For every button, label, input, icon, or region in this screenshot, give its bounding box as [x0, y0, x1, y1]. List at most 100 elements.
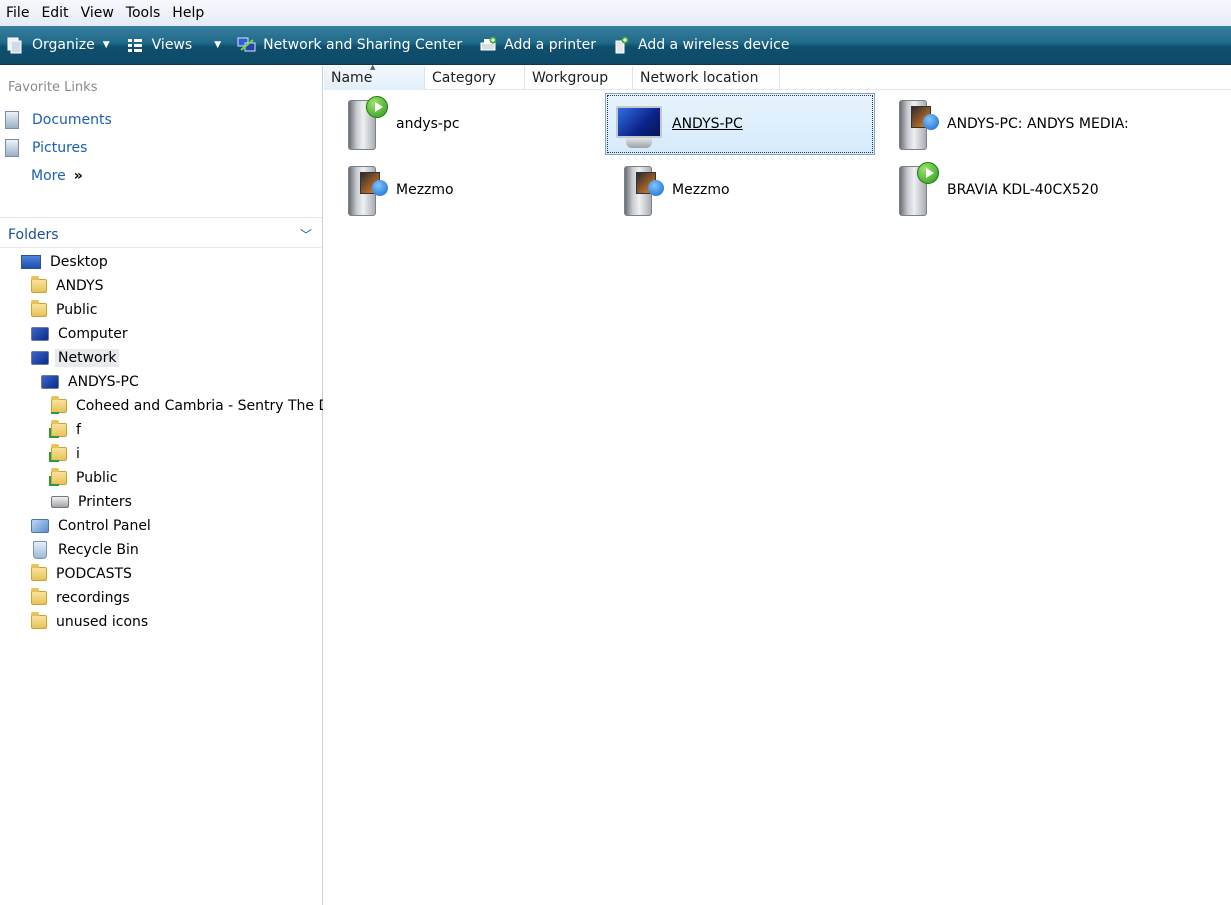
organize-button[interactable]: Organize ▼ [0, 30, 116, 60]
favorite-link-more[interactable]: More » [31, 165, 83, 187]
pane-splitter[interactable] [0, 217, 322, 218]
column-header-name[interactable]: ▲ Name [324, 63, 425, 90]
network-center-label: Network and Sharing Center [263, 37, 463, 53]
tree-item-f[interactable]: f [49, 419, 81, 441]
device-label: BRAVIA KDL-40CX520 [947, 182, 1099, 198]
device-tile-andys-media[interactable]: ANDYS-PC: ANDYS MEDIA: [880, 93, 1231, 155]
organize-label: Organize [32, 37, 95, 53]
menu-file[interactable]: File [2, 5, 37, 21]
favorite-link-label: Documents [32, 112, 112, 128]
wireless-device-icon [612, 36, 630, 54]
chevron-down-icon[interactable]: ﹀ [300, 226, 312, 243]
tree-label: unused icons [56, 614, 149, 630]
media-player-device-icon [887, 162, 939, 218]
menu-edit[interactable]: Edit [37, 5, 76, 21]
tree-item-unused-icons[interactable]: unused icons [31, 611, 148, 633]
recycle-bin-icon [33, 541, 47, 559]
shared-folder-icon [49, 468, 67, 486]
tree-label: Printers [78, 494, 132, 510]
menu-view[interactable]: View [77, 5, 122, 21]
printer-icon [51, 496, 69, 508]
tree-item-printers[interactable]: Printers [51, 491, 132, 513]
tree-label: Public [76, 470, 118, 486]
tree-item-control-panel[interactable]: Control Panel [31, 515, 151, 537]
folder-icon [31, 588, 47, 605]
column-label: Name [331, 70, 373, 86]
tree-label: Control Panel [58, 518, 151, 534]
add-printer-button[interactable]: Add a printer [472, 30, 602, 60]
favorite-link-label: More [31, 168, 66, 184]
device-tile-bravia[interactable]: BRAVIA KDL-40CX520 [880, 159, 1231, 221]
column-header-network-location[interactable]: Network location [633, 66, 780, 90]
column-label: Network location [640, 70, 759, 86]
tree-label: Recycle Bin [58, 542, 139, 558]
favorite-link-pictures[interactable]: Pictures [0, 137, 87, 159]
pictures-icon [5, 139, 19, 157]
media-server-icon [336, 162, 388, 218]
tree-label: Network [55, 349, 120, 367]
shared-folder-icon [49, 444, 67, 462]
tree-item-public-share[interactable]: Public [49, 467, 118, 489]
tree-label: i [76, 446, 80, 462]
folders-title: Folders [8, 226, 59, 243]
menu-bar: File Edit View Tools Help [0, 0, 1231, 26]
media-server-icon [612, 162, 664, 218]
network-icon [31, 351, 49, 365]
menu-tools[interactable]: Tools [122, 5, 169, 21]
tree-item-public[interactable]: Public [31, 299, 97, 321]
device-label: Mezzmo [672, 182, 730, 198]
tree-label: Computer [58, 326, 128, 342]
computer-icon [31, 327, 49, 341]
column-label: Category [432, 70, 496, 86]
network-sharing-center-button[interactable]: Network and Sharing Center [231, 30, 468, 60]
tree-item-andys-pc[interactable]: ANDYS-PC [41, 371, 139, 393]
add-printer-label: Add a printer [504, 37, 596, 53]
views-button[interactable]: Views ▼ [120, 30, 227, 60]
tree-item-podcasts[interactable]: PODCASTS [31, 563, 132, 585]
column-header-category[interactable]: Category [425, 66, 525, 90]
network-icon [237, 36, 256, 54]
views-label: Views [151, 37, 193, 53]
tree-item-i[interactable]: i [49, 443, 80, 465]
shared-folder-icon [51, 396, 67, 414]
tree-item-andys[interactable]: ANDYS [31, 275, 104, 297]
content-pane: ▲ Name Category Workgroup Network locati… [324, 63, 1231, 905]
double-chevron-right-icon: » [73, 168, 83, 184]
command-bar: Organize ▼ Views ▼ Network and Sharing C… [0, 26, 1231, 65]
favorite-link-label: Pictures [32, 140, 88, 156]
folder-icon [31, 300, 47, 317]
device-label: ANDYS-PC [672, 116, 743, 132]
tree-label: Coheed and Cambria - Sentry The De [76, 398, 323, 414]
media-player-device-icon [336, 96, 388, 152]
tree-item-network[interactable]: Network [31, 347, 120, 369]
documents-icon [5, 111, 19, 129]
add-wireless-label: Add a wireless device [637, 37, 790, 53]
chevron-down-icon[interactable]: ▼ [214, 40, 221, 50]
device-tile-andys-pc-media[interactable]: andys-pc [329, 93, 599, 155]
control-panel-icon [31, 519, 49, 533]
folders-header[interactable]: Folders ﹀ [0, 222, 322, 248]
device-tile-mezzmo-1[interactable]: Mezzmo [329, 159, 599, 221]
folder-icon [31, 612, 47, 629]
favorite-link-documents[interactable]: Documents [0, 109, 112, 131]
computer-icon [41, 375, 59, 389]
tree-item-desktop[interactable]: Desktop [21, 251, 108, 273]
favorite-links-title: Favorite Links [8, 80, 98, 95]
column-header-workgroup[interactable]: Workgroup [525, 66, 633, 90]
menu-help[interactable]: Help [168, 5, 212, 21]
device-tile-mezzmo-2[interactable]: Mezzmo [605, 159, 875, 221]
device-label: andys-pc [396, 116, 460, 132]
sort-ascending-icon: ▲ [370, 63, 376, 71]
media-server-icon [887, 96, 939, 152]
tree-label: Desktop [50, 254, 108, 270]
device-tile-andys-pc-computer[interactable]: ANDYS-PC [605, 93, 875, 155]
tree-label: ANDYS [56, 278, 104, 294]
tree-item-computer[interactable]: Computer [31, 323, 128, 345]
tree-item-recycle-bin[interactable]: Recycle Bin [31, 539, 139, 561]
views-icon [126, 36, 144, 54]
tree-item-recordings[interactable]: recordings [31, 587, 130, 609]
organize-icon [6, 36, 24, 54]
tree-item-coheed[interactable]: Coheed and Cambria - Sentry The De [51, 395, 323, 417]
computer-icon [612, 96, 664, 152]
add-wireless-device-button[interactable]: Add a wireless device [606, 30, 796, 60]
